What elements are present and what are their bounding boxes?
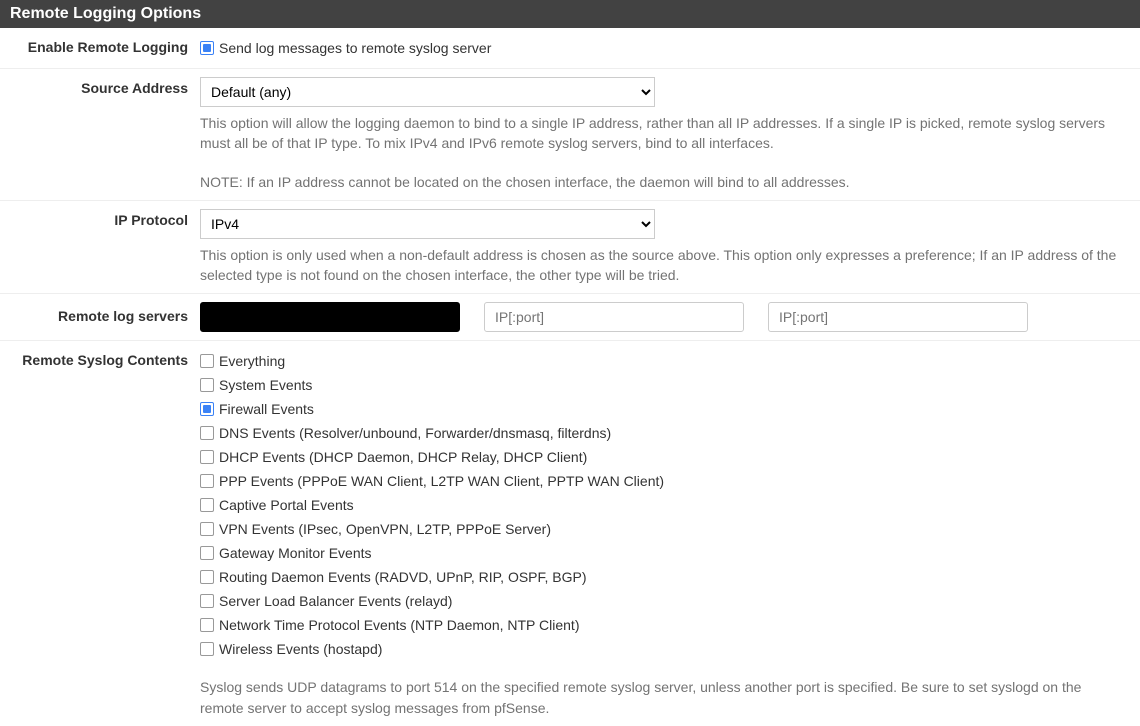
- checkbox-syslog-content[interactable]: [200, 450, 214, 464]
- syslog-content-row: Firewall Events: [200, 397, 1128, 421]
- checkbox-label-syslog-content: PPP Events (PPPoE WAN Client, L2TP WAN C…: [219, 473, 664, 489]
- help-remote-syslog-contents: Syslog sends UDP datagrams to port 514 o…: [200, 677, 1128, 718]
- syslog-content-row: Routing Daemon Events (RADVD, UPnP, RIP,…: [200, 565, 1128, 589]
- input-remote-server-3[interactable]: [768, 302, 1028, 332]
- checkbox-syslog-content[interactable]: [200, 594, 214, 608]
- row-source-address: Source Address Default (any) This option…: [0, 69, 1140, 201]
- checkbox-label-syslog-content: Everything: [219, 353, 285, 369]
- label-remote-log-servers: Remote log servers: [0, 302, 200, 332]
- checkbox-label-syslog-content: Firewall Events: [219, 401, 314, 417]
- help-source-address-2: NOTE: If an IP address cannot be located…: [200, 172, 1128, 192]
- label-ip-protocol: IP Protocol: [0, 209, 200, 286]
- checkbox-syslog-content[interactable]: [200, 546, 214, 560]
- checkbox-syslog-content[interactable]: [200, 618, 214, 632]
- row-enable-remote-logging: Enable Remote Logging Send log messages …: [0, 28, 1140, 69]
- checkbox-syslog-content[interactable]: [200, 378, 214, 392]
- checkbox-enable-remote-logging[interactable]: [200, 41, 214, 55]
- label-enable-remote-logging: Enable Remote Logging: [0, 36, 200, 60]
- checkbox-syslog-content[interactable]: [200, 474, 214, 488]
- checkbox-syslog-content[interactable]: [200, 522, 214, 536]
- checkbox-syslog-content[interactable]: [200, 402, 214, 416]
- checkbox-syslog-content[interactable]: [200, 498, 214, 512]
- checkbox-label-syslog-content: Server Load Balancer Events (relayd): [219, 593, 452, 609]
- help-ip-protocol: This option is only used when a non-defa…: [200, 245, 1128, 286]
- row-remote-log-servers: Remote log servers: [0, 294, 1140, 341]
- checkbox-label-syslog-content: Routing Daemon Events (RADVD, UPnP, RIP,…: [219, 569, 587, 585]
- checkbox-label-syslog-content: DHCP Events (DHCP Daemon, DHCP Relay, DH…: [219, 449, 587, 465]
- input-remote-server-1[interactable]: [200, 302, 460, 332]
- syslog-content-row: Wireless Events (hostapd): [200, 637, 1128, 661]
- checkbox-label-syslog-content: System Events: [219, 377, 312, 393]
- checkbox-syslog-content[interactable]: [200, 642, 214, 656]
- label-source-address: Source Address: [0, 77, 200, 192]
- select-source-address[interactable]: Default (any): [200, 77, 655, 107]
- checkbox-label-syslog-content: Captive Portal Events: [219, 497, 354, 513]
- syslog-content-row: DHCP Events (DHCP Daemon, DHCP Relay, DH…: [200, 445, 1128, 469]
- panel-heading: Remote Logging Options: [0, 0, 1140, 28]
- checkbox-label-enable-remote-logging: Send log messages to remote syslog serve…: [219, 40, 491, 56]
- syslog-content-row: PPP Events (PPPoE WAN Client, L2TP WAN C…: [200, 469, 1128, 493]
- input-remote-server-2[interactable]: [484, 302, 744, 332]
- checkbox-label-syslog-content: DNS Events (Resolver/unbound, Forwarder/…: [219, 425, 611, 441]
- row-ip-protocol: IP Protocol IPv4 This option is only use…: [0, 201, 1140, 295]
- help-source-address-1: This option will allow the logging daemo…: [200, 113, 1128, 154]
- checkbox-syslog-content[interactable]: [200, 570, 214, 584]
- syslog-content-row: DNS Events (Resolver/unbound, Forwarder/…: [200, 421, 1128, 445]
- label-remote-syslog-contents: Remote Syslog Contents: [0, 349, 200, 718]
- row-remote-syslog-contents: Remote Syslog Contents Everything System …: [0, 341, 1140, 726]
- checkbox-label-syslog-content: Wireless Events (hostapd): [219, 641, 382, 657]
- checkbox-syslog-content[interactable]: [200, 426, 214, 440]
- checkbox-label-syslog-content: Gateway Monitor Events: [219, 545, 372, 561]
- syslog-content-row: Server Load Balancer Events (relayd): [200, 589, 1128, 613]
- syslog-content-row: Network Time Protocol Events (NTP Daemon…: [200, 613, 1128, 637]
- checkbox-syslog-content[interactable]: [200, 354, 214, 368]
- syslog-content-row: Gateway Monitor Events: [200, 541, 1128, 565]
- syslog-content-row: Captive Portal Events: [200, 493, 1128, 517]
- syslog-content-row: Everything: [200, 349, 1128, 373]
- syslog-content-row: VPN Events (IPsec, OpenVPN, L2TP, PPPoE …: [200, 517, 1128, 541]
- checkbox-label-syslog-content: VPN Events (IPsec, OpenVPN, L2TP, PPPoE …: [219, 521, 551, 537]
- select-ip-protocol[interactable]: IPv4: [200, 209, 655, 239]
- checkbox-label-syslog-content: Network Time Protocol Events (NTP Daemon…: [219, 617, 580, 633]
- syslog-content-row: System Events: [200, 373, 1128, 397]
